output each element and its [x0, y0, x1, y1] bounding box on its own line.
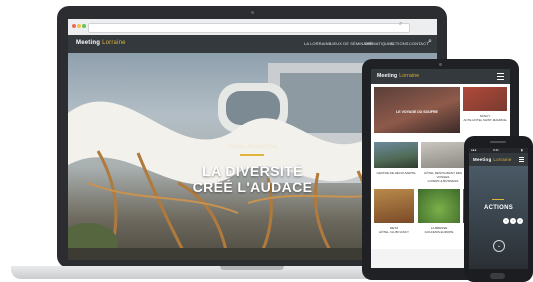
phone-navbar: Meeting Lorraine [469, 153, 528, 166]
tile-image-1[interactable]: LE VOYAGE DU SOUFRE [374, 87, 460, 133]
search-icon[interactable]: ⌕ [399, 21, 402, 28]
arrow-icon[interactable]: › [503, 218, 509, 224]
site-navbar: Meeting Lorraine LA LORRAINE LIEUX DE SÉM… [68, 35, 437, 53]
minimize-window-dot[interactable] [77, 24, 81, 28]
maximize-window-dot[interactable] [82, 24, 86, 28]
signal-indicator: ●●● [471, 148, 477, 152]
tile-caption-3: CENTRE DE DÉCOUVERTE [376, 171, 416, 175]
tile-caption-2: NANCY ACTE HOTEL SAINT-MAURICE [463, 114, 507, 122]
tile-image-3[interactable] [374, 142, 418, 168]
phone-home-button[interactable] [490, 273, 505, 279]
phone-page-title: ACTIONS [483, 205, 514, 211]
tile-image-4[interactable] [421, 142, 465, 168]
phone-logo-name: Meeting [473, 157, 492, 162]
close-window-dot[interactable] [72, 24, 76, 28]
laptop-camera [251, 11, 254, 14]
tile-caption-4: HÔTEL RESTAURANT DES VOSGES LOISIRS & BU… [424, 171, 462, 183]
arrow-icon-3[interactable]: › [517, 218, 523, 224]
tablet-camera [439, 63, 442, 66]
tile-image-7[interactable] [418, 189, 460, 223]
tile-caption-1: LE VOYAGE DU SOUFRE [396, 110, 438, 114]
browser-toolbar: ⌕ [68, 19, 437, 36]
nav-link-contact[interactable]: CONTACT [409, 41, 429, 46]
hero-accent-divider [240, 154, 264, 156]
battery-icon: ▮ [521, 148, 523, 152]
nav-link-actions[interactable]: ACTIONS [390, 41, 408, 46]
logo-accent: Lorraine [102, 40, 126, 46]
arrow-icon-2[interactable]: › [510, 218, 516, 224]
laptop-opening-notch [220, 266, 284, 270]
phone-accent-divider [492, 199, 504, 200]
tile-caption-7: LA BRESSE GOLFENIS EUROPE [424, 226, 454, 234]
tablet-logo[interactable]: Meeting Lorraine [377, 73, 419, 79]
phone-speaker [490, 141, 506, 143]
tile-image-2[interactable] [463, 87, 507, 111]
site-logo[interactable]: Meeting Lorraine [76, 40, 126, 46]
nav-link-la-lorraine[interactable]: LA LORRAINE [304, 41, 331, 46]
tablet-navbar: Meeting Lorraine [371, 69, 510, 84]
status-time: 9:41 [493, 148, 499, 152]
tile-image-6[interactable] [374, 189, 414, 223]
phone-scroll-down-icon[interactable]: ⌄ [493, 240, 505, 252]
phone-screen: ●●● 9:41 ▮ Meeting Lorraine ACTIONS › › ›… [469, 148, 528, 269]
menu-icon[interactable] [497, 73, 504, 80]
tablet-logo-name: Meeting [377, 73, 398, 79]
phone-menu-icon[interactable] [519, 157, 524, 162]
phone-logo-accent: Lorraine [493, 157, 512, 162]
nav-search-icon[interactable]: ⌕ [428, 38, 432, 46]
tablet-logo-accent: Lorraine [399, 73, 420, 79]
address-bar[interactable] [88, 23, 410, 33]
logo-name: Meeting [76, 40, 101, 46]
phone-logo[interactable]: Meeting Lorraine [473, 157, 512, 162]
tile-caption-6: METZ HÔTEL CLUB NANCY [378, 226, 410, 234]
